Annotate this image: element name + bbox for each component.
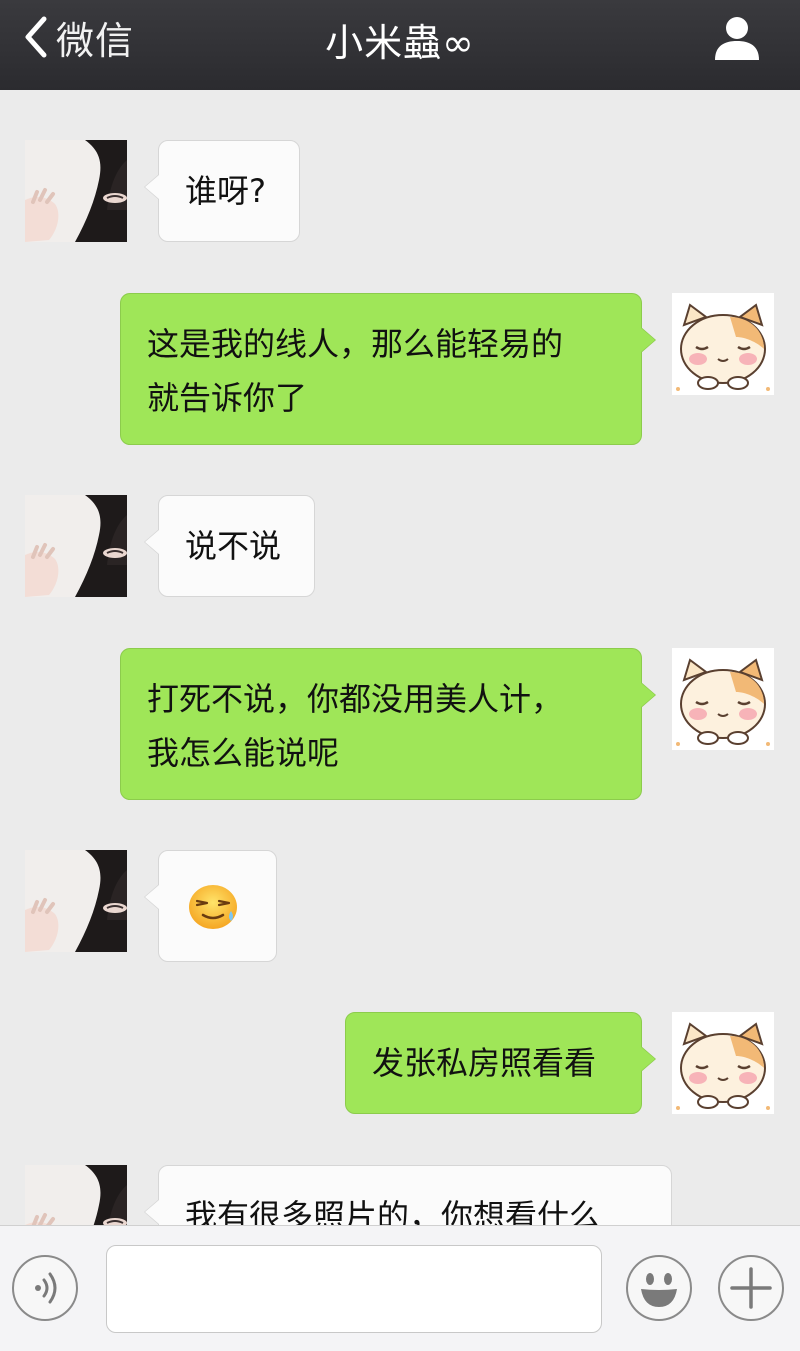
message-text: 我有很多照片的，你想看什么 — [185, 1197, 602, 1225]
more-button[interactable] — [718, 1255, 784, 1321]
cat-avatar-image — [672, 1012, 774, 1114]
voice-icon — [35, 1272, 57, 1304]
outgoing-message-bubble[interactable]: 打死不说，你都没用美人计， 我怎么能说呢 — [120, 648, 656, 800]
message-input[interactable] — [106, 1245, 602, 1333]
message-list[interactable]: 谁呀? 这是我的线人，那么能轻易的 就告诉你了 说不说 打死不说，你都没用美人计… — [0, 90, 800, 1225]
voice-button[interactable] — [12, 1255, 78, 1321]
message-text: 说不说 — [185, 527, 282, 565]
contact-avatar-image — [25, 495, 127, 597]
incoming-message-bubble[interactable] — [144, 850, 277, 962]
outgoing-message-bubble[interactable]: 发张私房照看看 — [345, 1012, 656, 1114]
contact-avatar[interactable] — [25, 1165, 127, 1225]
incoming-message-bubble[interactable]: 我有很多照片的，你想看什么 — [144, 1165, 672, 1225]
sweat-smile-emoji-icon — [189, 885, 237, 929]
input-bar — [0, 1225, 800, 1351]
cat-avatar-image — [672, 648, 774, 750]
contact-avatar-image — [25, 140, 127, 242]
contact-avatar-image — [25, 850, 127, 952]
contact-avatar[interactable] — [25, 495, 127, 597]
my-avatar[interactable] — [672, 648, 774, 750]
incoming-message-bubble[interactable]: 说不说 — [144, 495, 315, 597]
contact-avatar-image — [25, 1165, 127, 1225]
message-text: 发张私房照看看 — [372, 1044, 597, 1082]
emoji-button[interactable] — [626, 1255, 692, 1321]
message-text-line: 这是我的线人，那么能轻易的 — [147, 325, 564, 363]
message-text-line: 就告诉你了 — [147, 379, 308, 417]
chat-title: 小米蟲∞ — [325, 21, 475, 65]
top-bar: 微信 小米蟲∞ — [0, 0, 800, 90]
outgoing-message-bubble[interactable]: 这是我的线人，那么能轻易的 就告诉你了 — [120, 293, 656, 445]
contact-avatar[interactable] — [25, 850, 127, 952]
incoming-message-bubble[interactable]: 谁呀? — [144, 140, 300, 242]
message-text-line: 打死不说，你都没用美人计， — [147, 680, 564, 718]
cat-avatar-image — [672, 293, 774, 395]
my-avatar[interactable] — [672, 1012, 774, 1114]
message-text-line: 我怎么能说呢 — [147, 734, 340, 772]
contact-avatar[interactable] — [25, 140, 127, 242]
my-avatar[interactable] — [672, 293, 774, 395]
smiley-icon — [641, 1273, 677, 1307]
person-icon[interactable] — [712, 12, 762, 62]
plus-icon — [730, 1267, 772, 1309]
message-text: 谁呀? — [185, 172, 266, 210]
